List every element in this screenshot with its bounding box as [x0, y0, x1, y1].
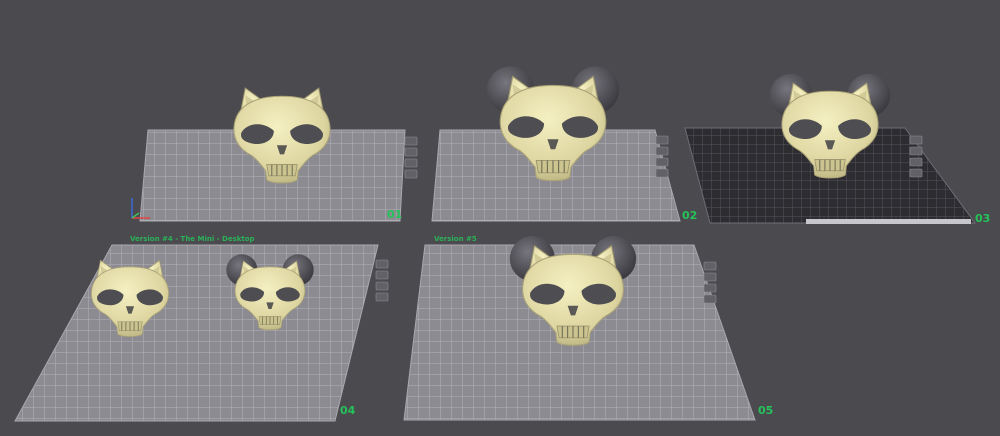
plate-label: Version #4 - The Mini - Desktop [130, 235, 255, 243]
plate-number: 03 [975, 212, 990, 225]
plate-label: Version #5 [434, 235, 477, 243]
build-plate-04[interactable]: Version #4 - The Mini - Desktop 04 [14, 235, 389, 422]
build-plate-03[interactable]: 03 [684, 73, 990, 225]
plate-number: 05 [758, 404, 773, 417]
plate-number: 01 [387, 208, 402, 221]
build-plate-workspace[interactable]: 01 02 03 Version #4 - The Mini - Desktop [0, 0, 1000, 436]
build-plate-02[interactable]: 02 [431, 66, 697, 222]
plate-number: 02 [682, 209, 697, 222]
build-plate-01[interactable]: 01 [139, 87, 418, 222]
plate-number: 04 [340, 404, 356, 417]
plate-tool-icon[interactable] [404, 136, 418, 179]
build-plate-05[interactable]: Version #5 05 [403, 235, 773, 421]
plate-tool-icon[interactable] [375, 259, 389, 302]
